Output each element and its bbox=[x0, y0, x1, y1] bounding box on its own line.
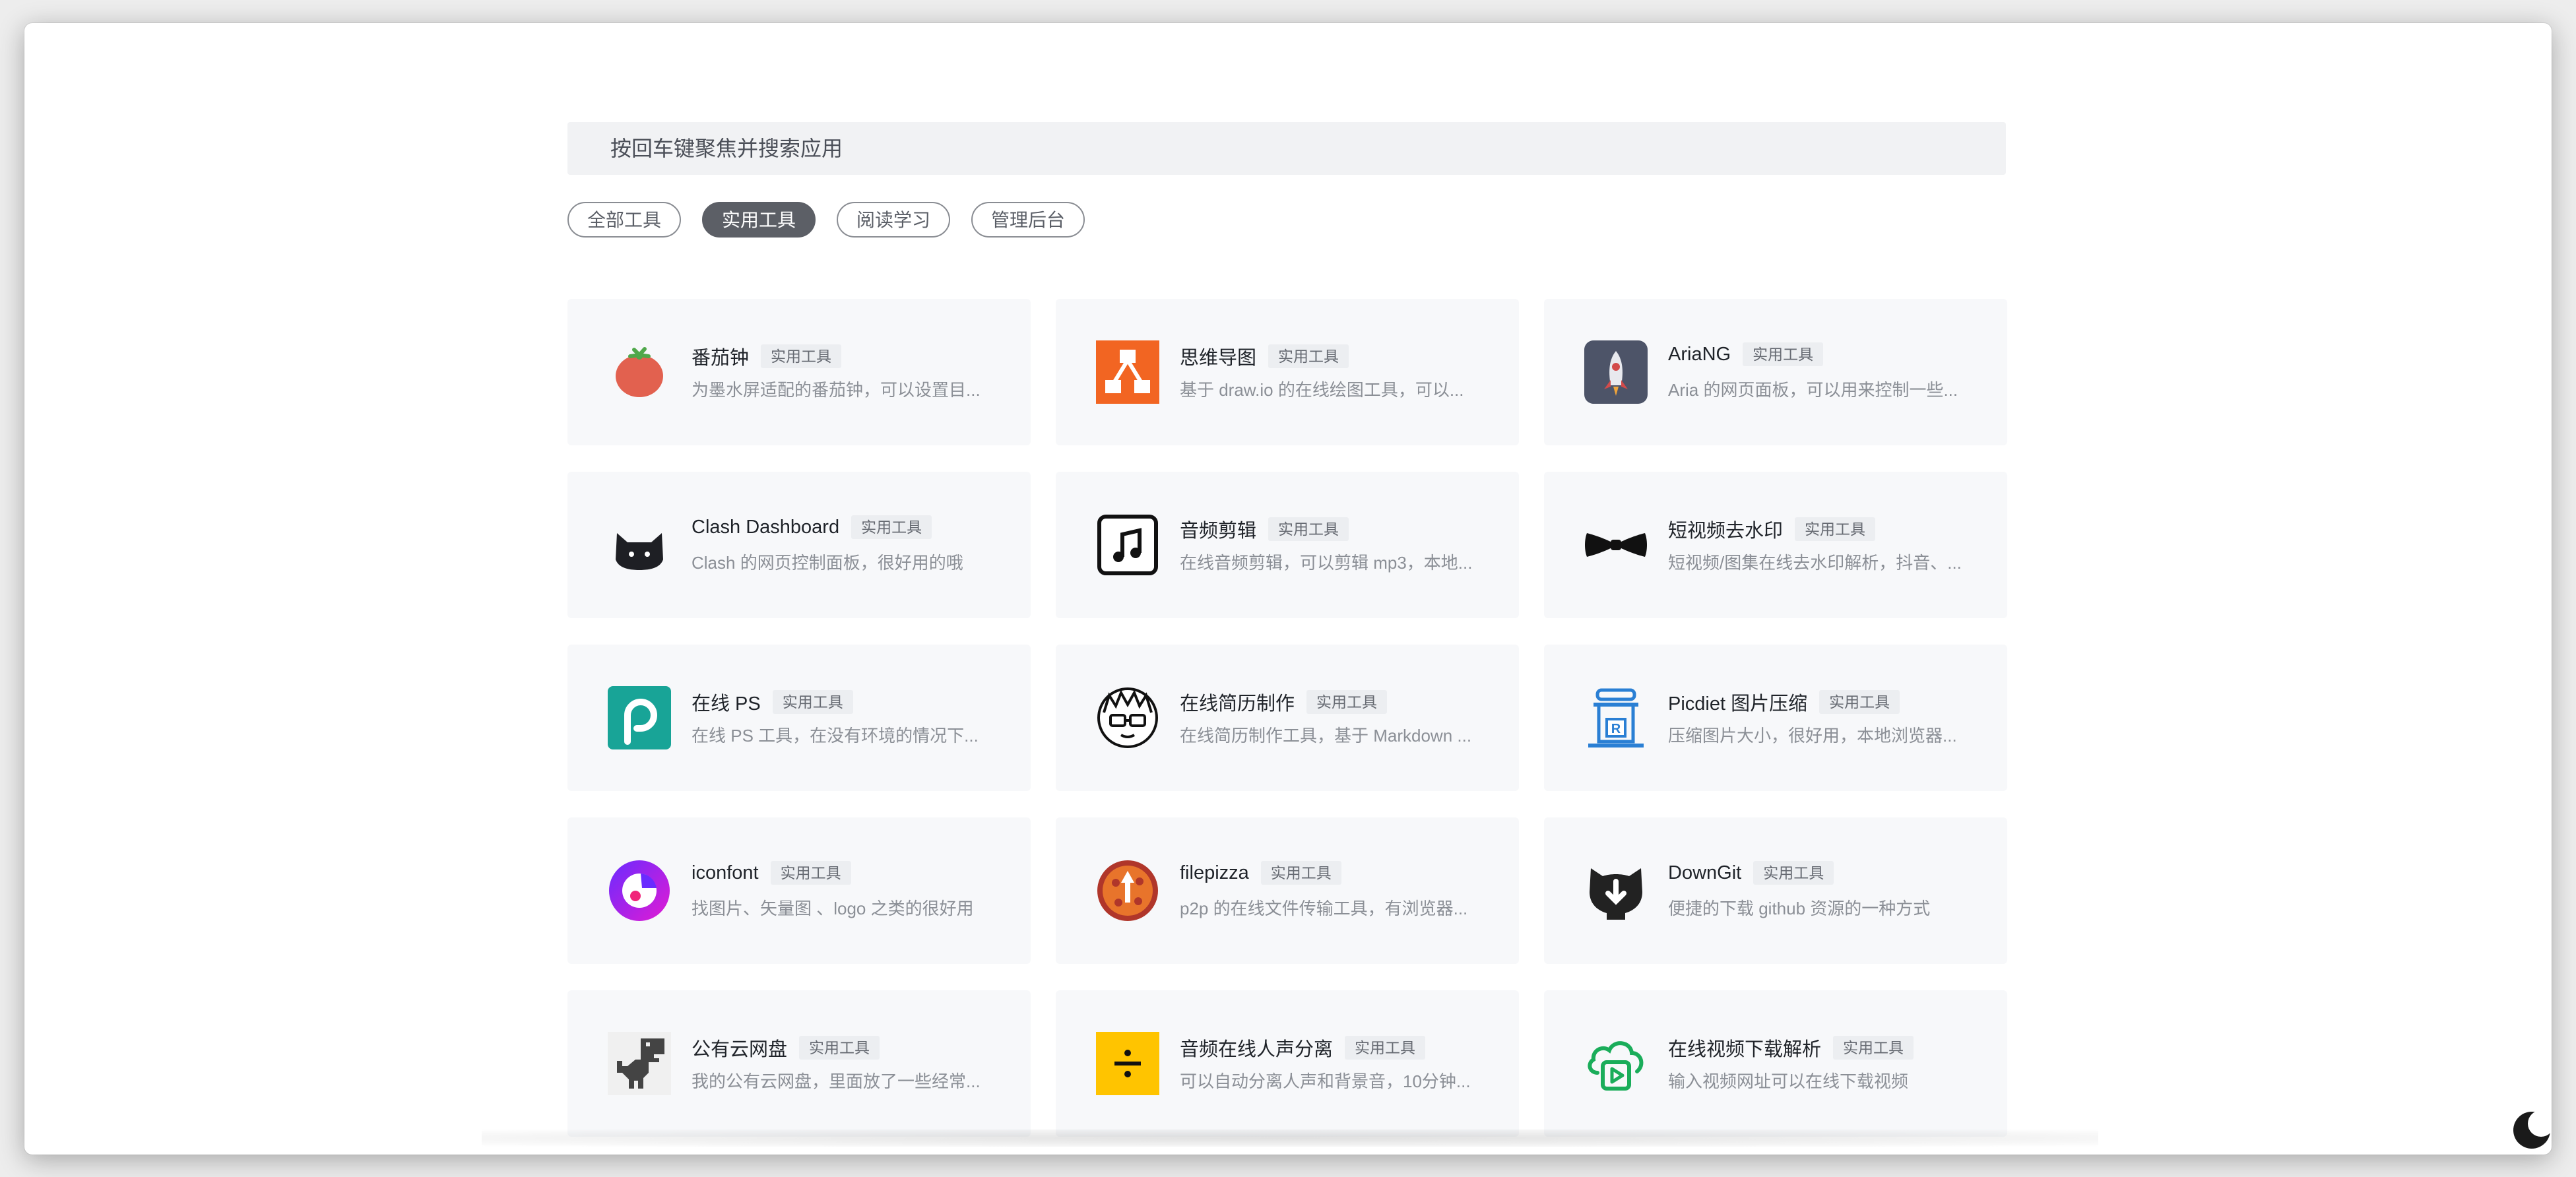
app-tag: 实用工具 bbox=[1260, 861, 1341, 885]
app-tag: 实用工具 bbox=[1268, 517, 1349, 541]
app-description: 为墨水屏适配的番茄钟，可以设置目... bbox=[692, 380, 981, 400]
app-card[interactable]: 公有云网盘 实用工具 我的公有云网盘，里面放了一些经常... bbox=[567, 990, 1031, 1137]
app-tag: 实用工具 bbox=[799, 1036, 880, 1060]
app-card[interactable]: 在线简历制作 实用工具 在线简历制作工具，基于 Markdown ... bbox=[1056, 645, 1519, 791]
cat-icon bbox=[608, 513, 671, 577]
app-name: 番茄钟 bbox=[692, 348, 750, 369]
pizza-icon bbox=[1096, 859, 1159, 922]
mindmap-icon bbox=[1096, 340, 1159, 404]
app-tag: 实用工具 bbox=[770, 861, 851, 885]
app-description: 找图片、矢量图 、logo 之类的很好用 bbox=[692, 899, 974, 918]
search-input[interactable]: 按回车键聚焦并搜索应用 bbox=[567, 122, 2006, 175]
app-tag: 实用工具 bbox=[1753, 861, 1834, 885]
category-tabs: 全部工具 实用工具 阅读学习 管理后台 bbox=[567, 202, 1085, 238]
app-tag: 实用工具 bbox=[1795, 517, 1876, 541]
app-tag: 实用工具 bbox=[1268, 344, 1349, 368]
bowtie-icon bbox=[1584, 513, 1648, 577]
app-description: 在线简历制作工具，基于 Markdown ... bbox=[1180, 726, 1472, 746]
app-description: Clash 的网页控制面板，很好用的哦 bbox=[692, 553, 963, 573]
app-tag: 实用工具 bbox=[1345, 1036, 1426, 1060]
app-name: 音频在线人声分离 bbox=[1180, 1039, 1334, 1060]
downgit-icon bbox=[1584, 859, 1648, 922]
app-tag: 实用工具 bbox=[1819, 690, 1900, 714]
app-description: 在线 PS 工具，在没有环境的情况下... bbox=[692, 726, 979, 746]
app-description: 压缩图片大小，很好用，本地浏览器... bbox=[1668, 726, 1957, 746]
app-card[interactable]: 番茄钟 实用工具 为墨水屏适配的番茄钟，可以设置目... bbox=[567, 299, 1031, 445]
svg-text:R: R bbox=[1611, 722, 1621, 736]
app-name: 短视频去水印 bbox=[1668, 521, 1784, 542]
avatar-glasses-icon bbox=[1096, 686, 1159, 749]
app-name: 音频剪辑 bbox=[1180, 521, 1257, 542]
app-tag: 实用工具 bbox=[1743, 342, 1824, 366]
app-tag: 实用工具 bbox=[1833, 1036, 1914, 1060]
app-description: 基于 draw.io 的在线绘图工具，可以... bbox=[1180, 380, 1464, 400]
app-name: 公有云网盘 bbox=[692, 1039, 788, 1060]
app-name: DownGit bbox=[1668, 862, 1742, 883]
cloud-video-icon bbox=[1584, 1032, 1648, 1095]
app-description: p2p 的在线文件传输工具，有浏览器... bbox=[1180, 899, 1468, 918]
iconfont-icon bbox=[608, 859, 671, 922]
app-card[interactable]: Clash Dashboard 实用工具 Clash 的网页控制面板，很好用的哦 bbox=[567, 472, 1031, 618]
app-card[interactable]: 在线视频下载解析 实用工具 输入视频网址可以在线下载视频 bbox=[1544, 990, 2007, 1137]
rocket-icon bbox=[1584, 340, 1648, 404]
app-card[interactable]: 音频在线人声分离 实用工具 可以自动分离人声和背景音，10分钟... bbox=[1056, 990, 1519, 1137]
moon-icon[interactable] bbox=[2512, 1110, 2552, 1150]
app-card[interactable]: 思维导图 实用工具 基于 draw.io 的在线绘图工具，可以... bbox=[1056, 299, 1519, 445]
tab-admin[interactable]: 管理后台 bbox=[971, 202, 1085, 238]
tab-reading-learning[interactable]: 阅读学习 bbox=[837, 202, 951, 238]
dino-icon bbox=[608, 1032, 671, 1095]
app-name: 在线 PS bbox=[692, 693, 761, 715]
app-description: 可以自动分离人声和背景音，10分钟... bbox=[1180, 1071, 1471, 1091]
app-card[interactable]: R Picdiet 图片压缩 实用工具 压缩图片大小，很好用，本地浏览器... bbox=[1544, 645, 2007, 791]
tomato-icon bbox=[608, 340, 671, 404]
app-name: filepizza bbox=[1180, 862, 1249, 883]
app-tag: 实用工具 bbox=[772, 690, 853, 714]
window-shadow bbox=[482, 1129, 2098, 1147]
app-window: 按回车键聚焦并搜索应用 全部工具 实用工具 阅读学习 管理后台 番茄钟 实用工具 … bbox=[24, 23, 2552, 1155]
app-tag: 实用工具 bbox=[761, 344, 842, 368]
app-name: Clash Dashboard bbox=[692, 516, 840, 538]
app-card[interactable]: iconfont 实用工具 找图片、矢量图 、logo 之类的很好用 bbox=[567, 817, 1031, 964]
tab-all-tools[interactable]: 全部工具 bbox=[567, 202, 682, 238]
app-card[interactable]: DownGit 实用工具 便捷的下载 github 资源的一种方式 bbox=[1544, 817, 2007, 964]
app-card[interactable]: 在线 PS 实用工具 在线 PS 工具，在没有环境的情况下... bbox=[567, 645, 1031, 791]
app-description: 在线音频剪辑，可以剪辑 mp3，本地... bbox=[1180, 553, 1473, 573]
app-description: 便捷的下载 github 资源的一种方式 bbox=[1668, 899, 1931, 918]
divide-icon bbox=[1096, 1032, 1159, 1095]
compress-jar-icon: R bbox=[1584, 686, 1648, 749]
app-card[interactable]: filepizza 实用工具 p2p 的在线文件传输工具，有浏览器... bbox=[1056, 817, 1519, 964]
app-card[interactable]: AriaNG 实用工具 Aria 的网页面板，可以用来控制一些... bbox=[1544, 299, 2007, 445]
app-tag: 实用工具 bbox=[851, 515, 932, 539]
photopea-icon bbox=[608, 686, 671, 749]
app-description: 短视频/图集在线去水印解析，抖音、... bbox=[1668, 553, 1962, 573]
app-name: iconfont bbox=[692, 862, 759, 883]
music-note-icon bbox=[1096, 513, 1159, 577]
app-tag: 实用工具 bbox=[1306, 690, 1388, 714]
app-description: 输入视频网址可以在线下载视频 bbox=[1668, 1071, 1909, 1091]
app-description: Aria 的网页面板，可以用来控制一些... bbox=[1668, 380, 1958, 400]
app-description: 我的公有云网盘，里面放了一些经常... bbox=[692, 1071, 981, 1091]
app-grid: 番茄钟 实用工具 为墨水屏适配的番茄钟，可以设置目... 思维导图 实用工具 基于 … bbox=[567, 299, 2007, 1137]
app-name: 在线视频下载解析 bbox=[1668, 1039, 1822, 1060]
app-name: AriaNG bbox=[1668, 343, 1731, 365]
app-name: 思维导图 bbox=[1180, 348, 1257, 369]
tab-utility-tools[interactable]: 实用工具 bbox=[702, 202, 816, 238]
app-card[interactable]: 音频剪辑 实用工具 在线音频剪辑，可以剪辑 mp3，本地... bbox=[1056, 472, 1519, 618]
app-name: Picdiet 图片压缩 bbox=[1668, 693, 1808, 715]
app-card[interactable]: 短视频去水印 实用工具 短视频/图集在线去水印解析，抖音、... bbox=[1544, 472, 2007, 618]
app-name: 在线简历制作 bbox=[1180, 693, 1295, 715]
